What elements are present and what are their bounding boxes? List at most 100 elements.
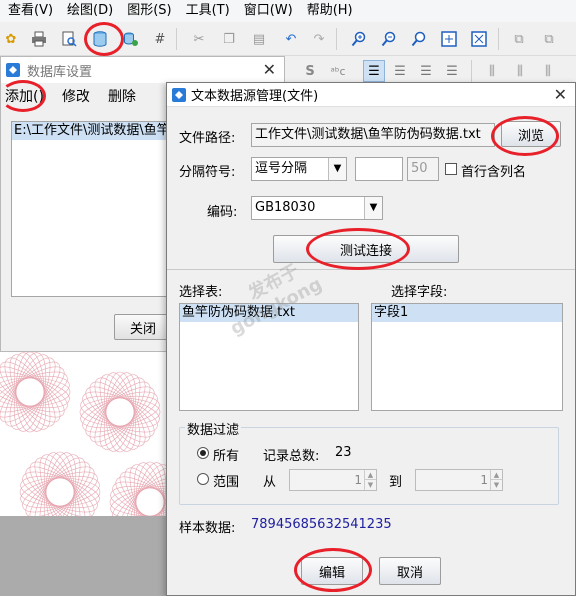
connection-list[interactable]: E:\工作文件\测试数据\鱼竿防伪码数据.txt (11, 121, 175, 297)
filter-range-radio[interactable] (197, 473, 209, 485)
file-path-input[interactable]: 工作文件\测试数据\鱼竿防伪码数据.txt (251, 123, 495, 147)
record-total-label: 记录总数: (263, 449, 320, 464)
menu-bar: 查看(V) 绘图(D) 图形(S) 工具(T) 窗口(W) 帮助(H) (0, 0, 576, 22)
guilloche-loop (135, 461, 165, 516)
guilloche-loop (85, 386, 155, 438)
range-from-value: 1 (354, 473, 362, 487)
strikethrough-icon[interactable]: S (299, 60, 321, 82)
test-connection-button[interactable]: 测试连接 (273, 235, 459, 263)
section-divider (167, 269, 575, 270)
guilloche-loop (29, 461, 91, 516)
align-justify-icon[interactable]: ☰ (441, 60, 463, 82)
browse-button[interactable]: 浏览 (501, 121, 561, 147)
stepper-up-icon[interactable]: ▲ (490, 470, 502, 480)
close-icon[interactable]: ✕ (554, 85, 567, 104)
table-label: 选择表: (179, 285, 223, 300)
menu-draw[interactable]: 绘图(D) (59, 0, 119, 22)
close-icon[interactable]: ✕ (263, 60, 276, 79)
print-preview-icon[interactable] (58, 28, 80, 50)
menu-view[interactable]: 查看(V) (0, 0, 59, 22)
guilloche-loop (0, 366, 65, 418)
fit-page-icon[interactable] (438, 28, 460, 50)
header-row-checkbox[interactable] (445, 163, 457, 175)
app-logo-icon (172, 87, 186, 102)
align-center-icon[interactable]: ☰ (389, 60, 411, 82)
database-link-icon[interactable] (120, 28, 142, 50)
guilloche-loop (94, 377, 146, 447)
copy-icon[interactable]: ❐ (218, 28, 240, 50)
guilloche-loop (85, 386, 155, 438)
stepper-down-icon[interactable]: ▼ (490, 480, 502, 490)
filter-range-label: 范围 (213, 475, 240, 490)
range-to-label: 到 (389, 475, 403, 490)
database-settings-icon[interactable] (89, 28, 111, 50)
cancel-button[interactable]: 取消 (379, 557, 441, 585)
range-to-stepper[interactable]: 1 ▲ ▼ (415, 469, 503, 491)
record-total-value: 23 (335, 445, 352, 460)
guilloche-loop (0, 377, 71, 407)
datasource-titlebar: 文本数据源管理(文件) ✕ (167, 83, 575, 107)
stepper-up-icon[interactable]: ▲ (364, 470, 376, 480)
separator-label: 分隔符号: (179, 165, 236, 180)
encoding-select[interactable]: GB18030 ▼ (251, 196, 383, 220)
range-from-label: 从 (263, 475, 277, 490)
table-list[interactable]: 鱼竿防伪码数据.txt (179, 303, 359, 411)
app-logo-icon (6, 63, 20, 77)
range-from-stepper[interactable]: 1 ▲ ▼ (289, 469, 377, 491)
guilloche-loop (4, 357, 56, 427)
fit-width-icon[interactable] (468, 28, 490, 50)
edit-button[interactable]: 编辑 (301, 557, 363, 585)
print-icon[interactable] (28, 28, 50, 50)
settings-gear-icon[interactable]: ✿ (0, 28, 22, 50)
header-row-label: 首行含列名 (461, 165, 527, 180)
database-settings-title: 数据库设置 (27, 64, 93, 80)
ungroup-icon[interactable]: ⧉ (538, 28, 560, 50)
encoding-label: 编码: (207, 205, 238, 220)
add-button[interactable]: 添加() (5, 86, 44, 106)
separator-length-input[interactable]: 50 (407, 157, 439, 181)
group-icon[interactable]: ⧉ (508, 28, 530, 50)
data-filter-group (179, 427, 559, 505)
redo-icon[interactable]: ↷ (308, 28, 330, 50)
chevron-down-icon[interactable]: ▼ (364, 197, 382, 219)
menu-help[interactable]: 帮助(H) (299, 0, 359, 22)
separator-select[interactable]: 逗号分隔 ▼ (251, 157, 347, 181)
stepper-down-icon[interactable]: ▼ (364, 480, 376, 490)
edit-button[interactable]: 修改 (62, 86, 90, 106)
zoom-out-icon[interactable] (378, 28, 400, 50)
zoom-actual-icon[interactable] (408, 28, 430, 50)
close-button[interactable]: 关闭 (114, 314, 172, 340)
menu-tools[interactable]: 工具(T) (178, 0, 236, 22)
chevron-down-icon[interactable]: ▼ (328, 158, 346, 180)
align-left-icon[interactable]: ☰ (363, 60, 385, 82)
delete-button[interactable]: 删除 (108, 86, 136, 106)
same-size-icon[interactable]: ⫼ (537, 60, 559, 82)
toolbar-separator (336, 28, 337, 50)
guilloche-loop (0, 366, 65, 418)
separator-custom-input[interactable] (355, 157, 403, 181)
guilloche-loop (4, 357, 56, 427)
filter-all-radio[interactable] (197, 447, 209, 459)
align-right-icon[interactable]: ☰ (415, 60, 437, 82)
cut-icon[interactable]: ✂ (188, 28, 210, 50)
guilloche-loop (94, 377, 146, 447)
filter-all-label: 所有 (213, 449, 240, 464)
datasource-title: 文本数据源管理(文件) (191, 89, 319, 104)
text-datasource-dialog: 文本数据源管理(文件) ✕ 文件路径: 工作文件\测试数据\鱼竿防伪码数据.tx… (166, 82, 576, 596)
list-item[interactable]: 字段1 (372, 304, 562, 322)
distribute-horizontal-icon[interactable]: ⫼ (481, 60, 503, 82)
paste-icon[interactable]: ▤ (248, 28, 270, 50)
superscript-icon[interactable]: ᵃᵇc (327, 60, 349, 82)
field-list[interactable]: 字段1 (371, 303, 563, 411)
field-label: 选择字段: (391, 285, 448, 300)
sample-data-value: 78945685632541235 (251, 517, 392, 532)
zoom-in-icon[interactable] (348, 28, 370, 50)
menu-shape[interactable]: 图形(S) (119, 0, 177, 22)
undo-icon[interactable]: ↶ (280, 28, 302, 50)
list-item[interactable]: E:\工作文件\测试数据\鱼竿防伪码数据.txt (12, 122, 174, 140)
grid-icon[interactable]: # (149, 28, 171, 50)
list-item[interactable]: 鱼竿防伪码数据.txt (180, 304, 358, 322)
distribute-vertical-icon[interactable]: ⫼ (509, 60, 531, 82)
menu-window[interactable]: 窗口(W) (236, 0, 299, 22)
guilloche-loop (89, 381, 151, 443)
